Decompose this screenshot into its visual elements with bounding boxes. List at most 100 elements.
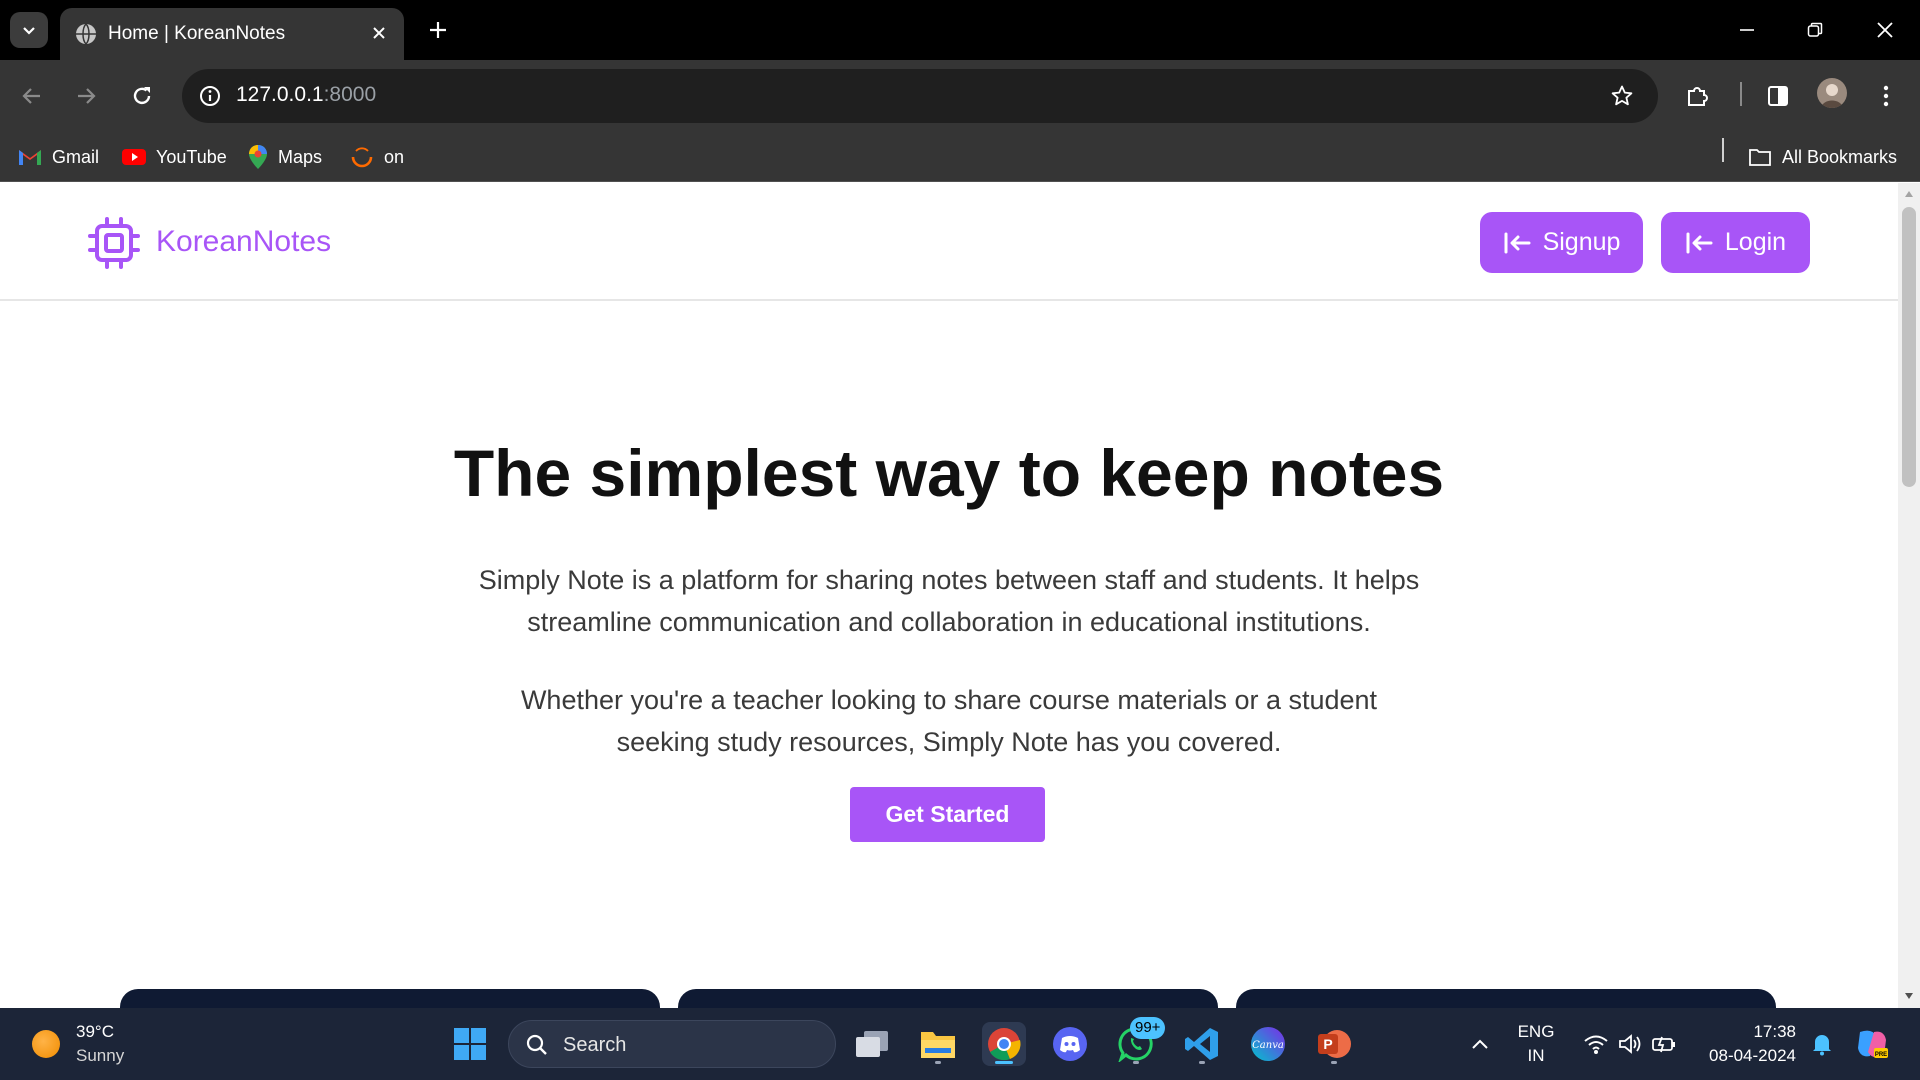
bookmark-label: on <box>384 146 405 167</box>
maps-icon <box>249 145 267 169</box>
login-arrow-icon <box>1686 232 1713 253</box>
triangle-down-icon <box>1905 993 1913 999</box>
url-port: :8000 <box>323 83 377 106</box>
powerpoint-app[interactable]: P <box>1312 1022 1356 1066</box>
arrow-left-icon <box>22 88 40 104</box>
folder-icon <box>1749 149 1771 166</box>
all-bookmarks-button[interactable]: All Bookmarks <box>1748 143 1897 171</box>
page-viewport: KoreanNotes Signup Login The simplest wa… <box>0 183 1898 1008</box>
more-vertical-icon <box>1883 85 1889 107</box>
login-arrow-icon <box>1504 232 1531 253</box>
bookmark-label: Maps <box>278 146 323 167</box>
gmail-icon <box>19 150 41 165</box>
login-label: Login <box>1724 228 1787 256</box>
task-view-button[interactable] <box>850 1022 894 1066</box>
volume-icon <box>1619 1034 1641 1054</box>
chrome-icon <box>988 1028 1021 1061</box>
signup-button[interactable]: Signup <box>1480 212 1643 273</box>
notifications-button[interactable] <box>1800 1022 1844 1066</box>
brand-name[interactable]: KoreanNotes <box>156 225 331 259</box>
search-label: Search <box>563 1034 627 1056</box>
file-explorer-app[interactable] <box>916 1022 960 1066</box>
weather-description[interactable]: Sunny <box>76 1046 124 1066</box>
scroll-down-arrow[interactable] <box>1903 991 1915 1001</box>
hero-description-line: seeking study resources, Simply Note has… <box>616 727 1282 757</box>
extensions-button[interactable] <box>1680 78 1716 114</box>
weather-temperature[interactable]: 39°C <box>76 1022 114 1042</box>
clock-date[interactable]: 08-04-2024 <box>1690 1046 1796 1066</box>
puzzle-icon <box>1688 87 1708 106</box>
bookmark-maps[interactable]: Maps <box>248 143 322 171</box>
profile-icon <box>1821 84 1843 108</box>
chevron-down-icon <box>23 27 35 35</box>
taskbar-search[interactable]: Search <box>508 1020 836 1068</box>
wifi-icon <box>1584 1035 1608 1054</box>
side-panel-button[interactable] <box>1760 78 1796 114</box>
task-view-icon <box>856 1031 888 1057</box>
copilot-icon: PRE <box>1858 1030 1888 1058</box>
folder-icon <box>921 1032 955 1058</box>
powerpoint-icon: P <box>1318 1030 1351 1058</box>
running-indicator <box>1133 1061 1139 1064</box>
profile-avatar[interactable] <box>1817 78 1847 108</box>
bookmarks-divider <box>1722 138 1724 162</box>
close-icon <box>1877 22 1893 38</box>
running-indicator <box>1199 1061 1205 1064</box>
reload-icon <box>133 87 151 105</box>
feature-card <box>678 989 1218 1008</box>
canva-app[interactable]: Canva <box>1246 1022 1290 1066</box>
chip-logo-icon[interactable] <box>88 217 140 269</box>
discord-app[interactable] <box>1048 1022 1092 1066</box>
reload-button[interactable] <box>124 78 160 114</box>
quick-settings-button[interactable] <box>1570 1022 1690 1066</box>
bookmark-youtube[interactable]: YouTube <box>122 143 227 171</box>
bookmark-gmail[interactable]: Gmail <box>18 143 99 171</box>
bookmark-on[interactable]: on <box>350 143 404 171</box>
scroll-up-arrow[interactable] <box>1903 189 1915 199</box>
url-host: 127.0.0.1 <box>236 83 324 106</box>
close-icon <box>373 27 385 39</box>
windows-taskbar: 39°C Sunny Search Canva P ENG IN 17:38 0… <box>0 1008 1920 1080</box>
address-bar[interactable]: 127.0.0.1:8000 <box>182 69 1658 123</box>
forward-button[interactable] <box>68 78 104 114</box>
scrollbar-thumb[interactable] <box>1902 207 1916 487</box>
hero-description-line: streamline communication and collaborati… <box>527 607 1371 637</box>
sun-icon[interactable] <box>32 1030 60 1058</box>
tab-search-button[interactable] <box>10 12 48 48</box>
copilot-button[interactable]: PRE <box>1850 1022 1894 1066</box>
login-button[interactable]: Login <box>1661 212 1810 273</box>
minimize-button[interactable] <box>1724 12 1770 48</box>
bookmark-star-button[interactable] <box>1608 82 1636 110</box>
language-indicator[interactable]: ENG <box>1516 1022 1556 1042</box>
page-scrollbar[interactable] <box>1898 183 1920 1008</box>
whatsapp-unread-badge: 99+ <box>1130 1017 1166 1039</box>
new-tab-button[interactable] <box>422 14 454 46</box>
running-indicator <box>1331 1061 1337 1064</box>
search-icon <box>526 1034 547 1055</box>
signup-label: Signup <box>1542 228 1621 256</box>
tab-title: Home | KoreanNotes <box>108 23 286 44</box>
back-button[interactable] <box>14 78 50 114</box>
browser-toolbar: 127.0.0.1:8000 <box>0 60 1920 132</box>
bell-icon <box>1813 1035 1831 1056</box>
restore-button[interactable] <box>1792 12 1838 48</box>
all-bookmarks-label: All Bookmarks <box>1782 146 1898 167</box>
tab-close-button[interactable] <box>366 20 392 46</box>
clock-time[interactable]: 17:38 <box>1700 1022 1796 1042</box>
browser-tab-active[interactable]: Home | KoreanNotes <box>60 8 404 60</box>
vscode-app[interactable] <box>1180 1022 1224 1066</box>
close-window-button[interactable] <box>1862 12 1908 48</box>
minimize-icon <box>1740 29 1754 31</box>
url-text[interactable]: 127.0.0.1:8000 <box>236 83 376 107</box>
get-started-button[interactable]: Get Started <box>850 787 1045 842</box>
active-indicator <box>995 1061 1013 1064</box>
show-hidden-icons-button[interactable] <box>1458 1022 1502 1066</box>
start-button[interactable] <box>448 1022 492 1066</box>
chrome-app[interactable] <box>982 1022 1026 1066</box>
browser-menu-button[interactable] <box>1868 78 1904 114</box>
browser-tab-bar: Home | KoreanNotes <box>0 0 1920 60</box>
site-info-button[interactable] <box>196 82 224 110</box>
region-indicator[interactable]: IN <box>1516 1046 1556 1066</box>
svg-text:Canva: Canva <box>1252 1040 1284 1051</box>
bookmarks-bar: Gmail YouTube Maps on All Bookmarks <box>0 132 1920 182</box>
